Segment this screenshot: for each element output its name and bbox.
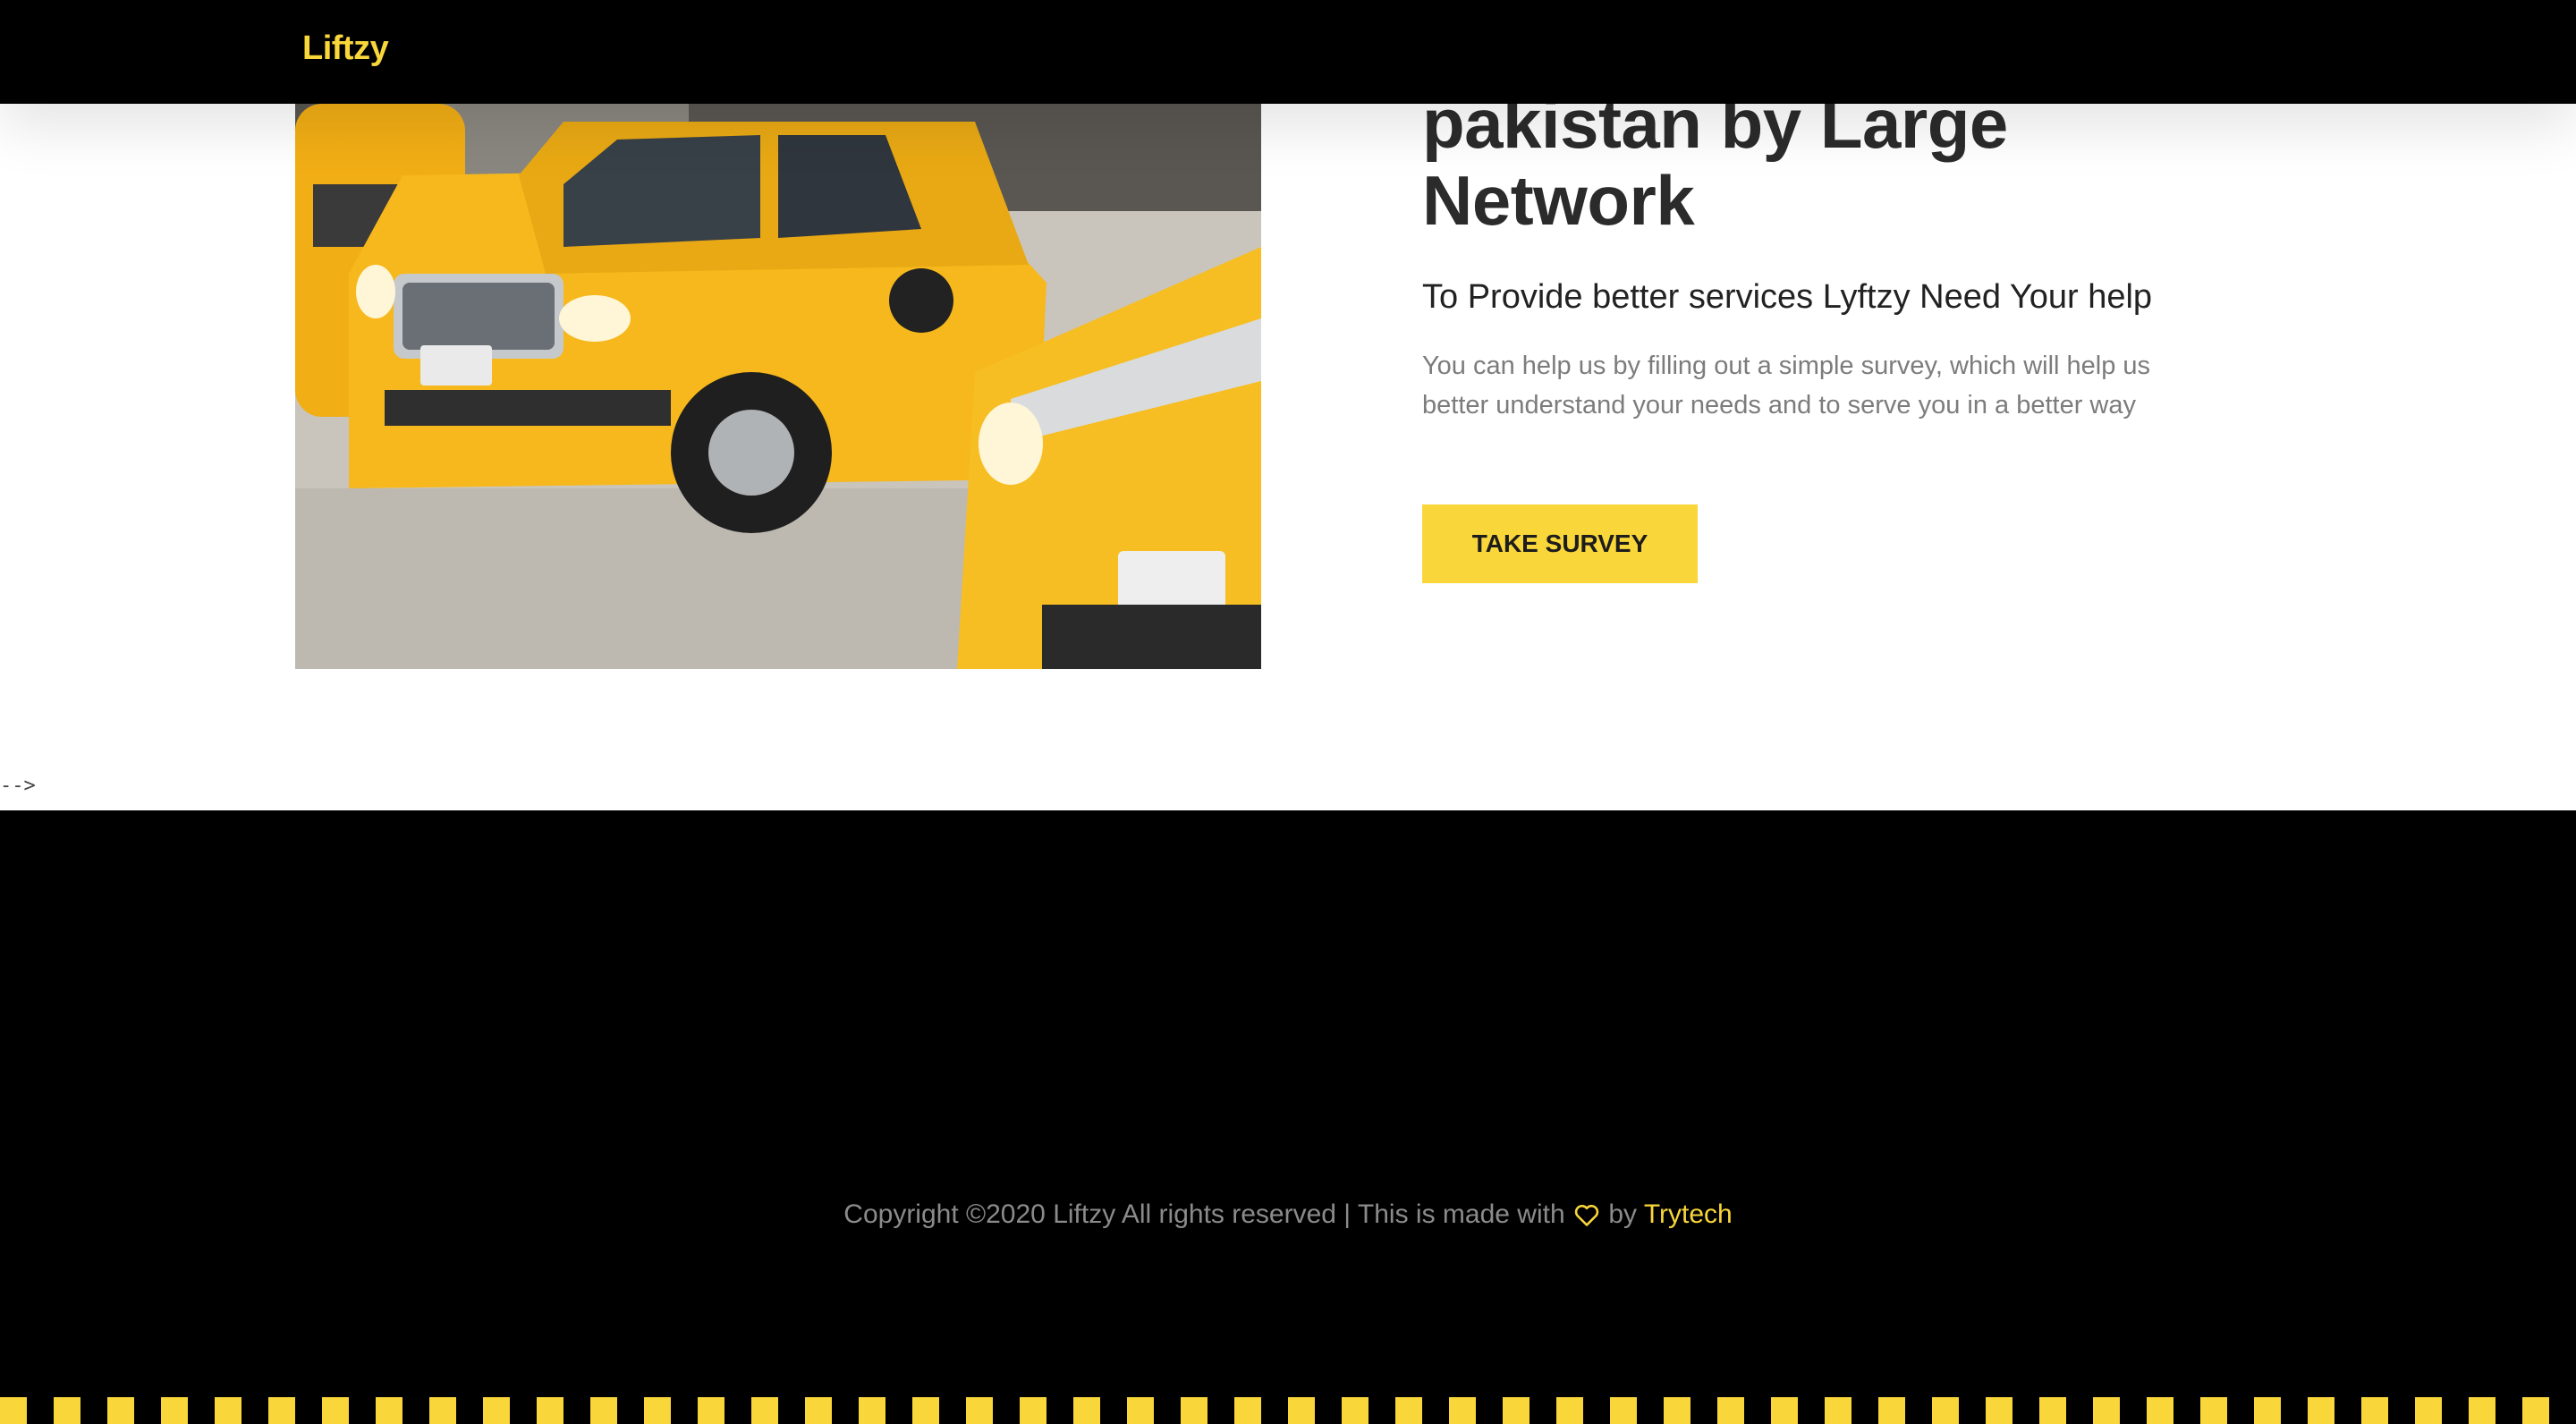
by-text: by (1608, 1199, 1638, 1229)
brand-logo[interactable]: Liftzy (302, 25, 389, 72)
footer: Copyright ©2020 Liftzy All rights reserv… (0, 810, 2576, 1424)
hero-headline: pakistan by Large Network (1422, 85, 2209, 239)
heart-icon (1574, 1204, 1599, 1226)
taxi-illustration (295, 104, 1261, 669)
copyright-prefix: Copyright ©2020 Liftzy All rights reserv… (843, 1199, 1565, 1229)
hero-description: You can help us by filling out a simple … (1422, 352, 2151, 420)
stray-comment-text: --> (0, 775, 36, 797)
hero-text: pakistan by Large Network To Provide bett… (1422, 85, 2209, 583)
take-survey-button[interactable]: TAKE SURVEY (1422, 504, 1698, 583)
navbar: Liftzy (0, 0, 2576, 104)
trytech-link[interactable]: Trytech (1644, 1199, 1733, 1229)
checkered-stripe (0, 1397, 2576, 1424)
headline-line-2: Network (1422, 161, 1695, 240)
copyright-text: Copyright ©2020 Liftzy All rights reserv… (0, 1195, 2576, 1234)
hero-image (295, 104, 1261, 669)
hero-subheading: To Provide better services Lyftzy Need Y… (1422, 278, 2153, 316)
